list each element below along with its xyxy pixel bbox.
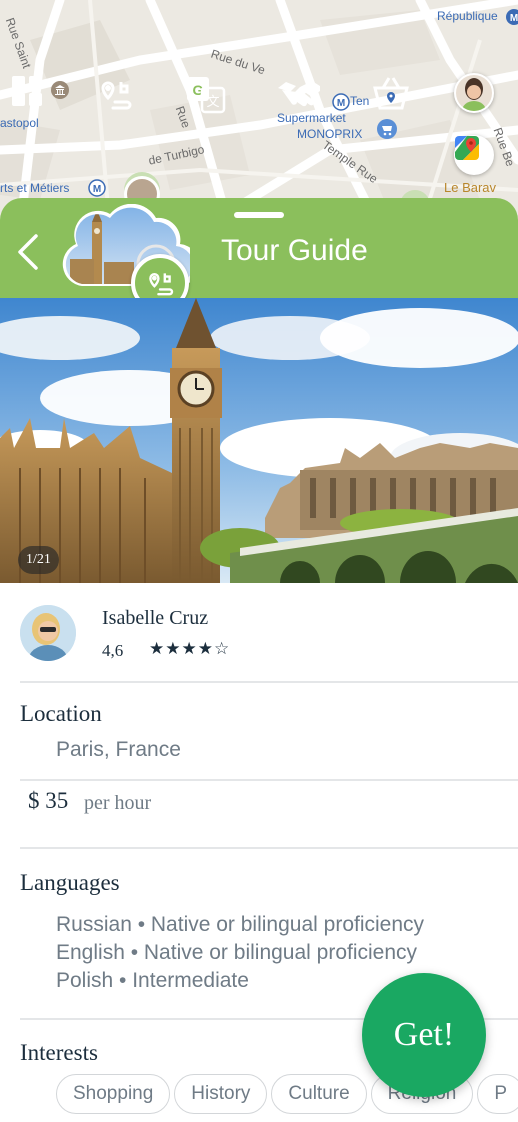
- guide-avatar[interactable]: [20, 605, 76, 661]
- chip-shopping[interactable]: Shopping: [56, 1074, 171, 1114]
- divider: [20, 847, 518, 849]
- user-avatar[interactable]: [454, 73, 494, 113]
- map-label-republique: République: [437, 9, 498, 23]
- price-unit: per hour: [84, 792, 152, 814]
- chevron-left-icon: [18, 234, 38, 270]
- language-item: Polish • Intermediate: [56, 969, 249, 992]
- basket-pin-icon[interactable]: [369, 70, 409, 110]
- chip-culture[interactable]: Culture: [271, 1074, 367, 1114]
- drag-handle[interactable]: [234, 212, 284, 218]
- header-title: Tour Guide: [221, 234, 368, 267]
- grid-icon[interactable]: [10, 74, 50, 114]
- metro-icon: M: [332, 93, 350, 111]
- guide-rating: 4,6: [102, 641, 124, 660]
- gallery-photo[interactable]: [0, 298, 518, 583]
- svg-text:文: 文: [206, 94, 219, 109]
- chip-more[interactable]: P: [477, 1074, 518, 1114]
- metro-icon: M: [506, 9, 518, 25]
- gallery-counter: 1/21: [18, 546, 59, 574]
- google-maps-icon[interactable]: [454, 135, 494, 175]
- map-label-ten: Ten: [350, 94, 370, 108]
- guide-name: Isabelle Cruz: [102, 607, 209, 629]
- museum-icon: [51, 81, 69, 99]
- svg-text:M: M: [510, 13, 518, 24]
- metro-icon: M: [88, 179, 106, 197]
- divider: [20, 779, 518, 781]
- route-pin-icon[interactable]: [95, 74, 135, 114]
- language-item: English • Native or bilingual proficienc…: [56, 941, 418, 964]
- guide-profile[interactable]: Isabelle Cruz 4,6 ★★★★☆: [0, 583, 518, 683]
- svg-text:M: M: [93, 184, 101, 195]
- location-value: Paris, France: [56, 738, 181, 761]
- get-button[interactable]: Get!: [362, 973, 486, 1097]
- map-label-le-barav: Le Barav: [444, 180, 497, 195]
- translate-icon[interactable]: G文: [185, 74, 226, 114]
- route-pin-icon: [149, 273, 174, 296]
- handshake-icon[interactable]: [276, 74, 322, 114]
- map-label-astopol: astopol: [0, 116, 39, 130]
- map-background[interactable]: République Rue Saint astopol Rue du Ve R…: [0, 0, 518, 230]
- shopping-cart-icon: [377, 119, 397, 139]
- interests-title: Interests: [20, 1040, 98, 1065]
- svg-text:M: M: [337, 98, 345, 109]
- rating-stars: ★★★★☆: [149, 639, 231, 659]
- chip-history[interactable]: History: [174, 1074, 268, 1114]
- price-amount: $ 35: [28, 788, 69, 813]
- sheet-header: Tour Guide: [0, 198, 518, 312]
- location-title: Location: [20, 701, 102, 726]
- language-item: Russian • Native or bilingual proficienc…: [56, 913, 425, 936]
- languages-title: Languages: [20, 870, 120, 895]
- map-label-arts-metiers: rts et Métiers: [0, 181, 70, 195]
- back-button[interactable]: [10, 232, 46, 272]
- divider: [20, 681, 518, 683]
